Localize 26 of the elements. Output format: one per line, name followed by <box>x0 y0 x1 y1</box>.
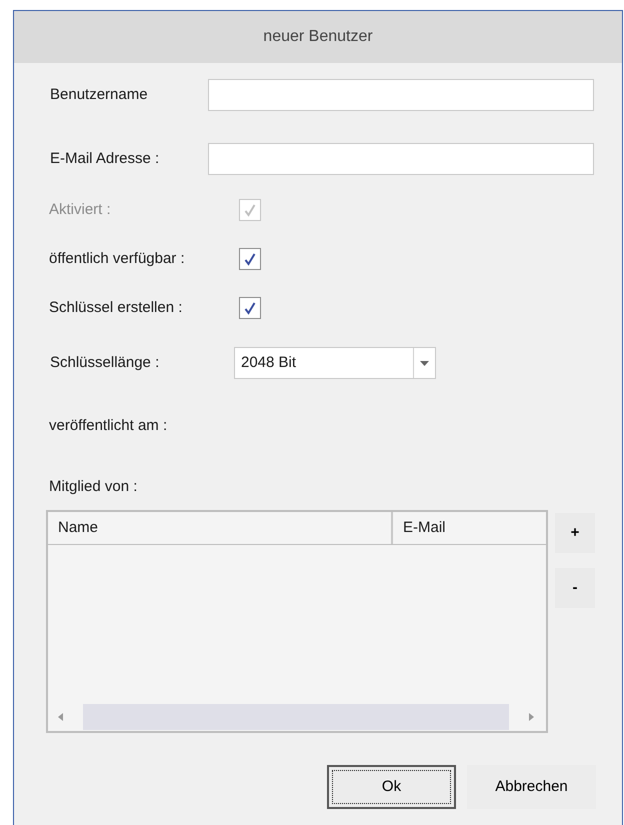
dropdown-arrow-icon <box>420 360 429 366</box>
check-icon <box>244 302 256 314</box>
remove-button[interactable]: - <box>555 568 595 608</box>
column-header[interactable]: E-Mail <box>393 512 456 544</box>
window-title: neuer Benutzer <box>263 27 373 47</box>
checkbox-label: Aktiviert : <box>49 200 112 220</box>
text-field[interactable] <box>208 79 594 111</box>
scroll-right-icon[interactable] <box>529 713 534 721</box>
ok-button[interactable]: Ok <box>327 765 456 809</box>
field-label: Schlüssellänge : <box>50 352 160 373</box>
text-field[interactable] <box>208 143 594 175</box>
field-label: veröffentlicht am : <box>49 417 168 434</box>
key-length-dropdown[interactable]: 2048 Bit <box>234 347 436 379</box>
cancel-button[interactable]: Abbrechen <box>467 765 596 809</box>
scroll-left-icon[interactable] <box>58 713 63 721</box>
field-label: E-Mail Adresse : <box>50 148 160 169</box>
section-label: Mitglied von : <box>49 478 138 494</box>
check-icon <box>244 252 256 266</box>
add-button[interactable]: + <box>555 513 595 553</box>
column-header[interactable]: Name <box>48 512 393 544</box>
field-label: Benutzername <box>50 84 149 105</box>
checkbox[interactable] <box>239 248 261 270</box>
checkbox[interactable] <box>239 297 261 319</box>
check-icon <box>244 204 256 216</box>
checkbox-label: Schlüssel erstellen : <box>49 298 184 318</box>
checkbox-label: öffentlich verfügbar : <box>49 248 186 269</box>
